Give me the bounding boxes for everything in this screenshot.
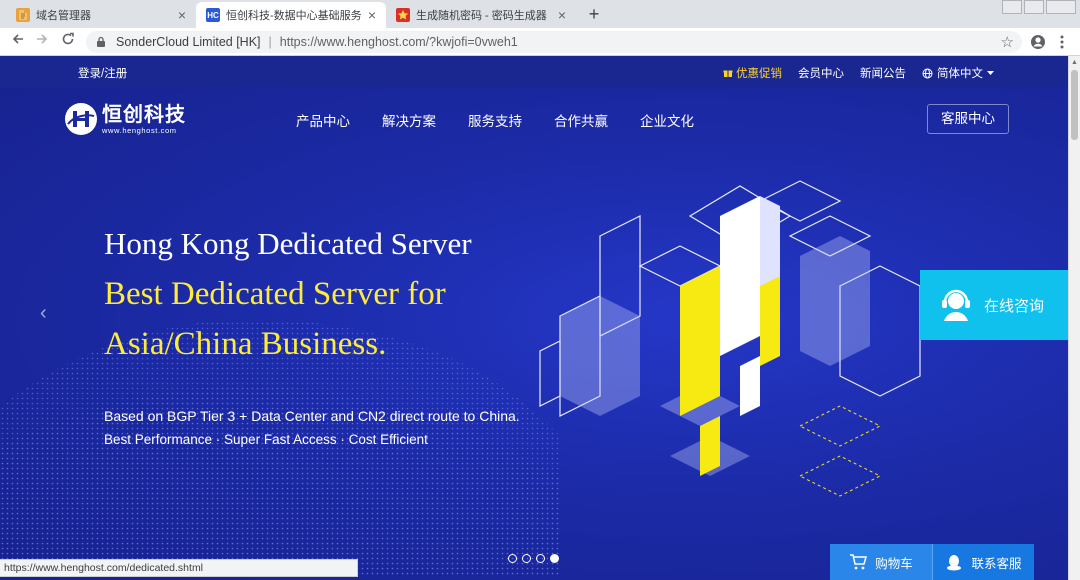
minimize-button[interactable]: [1002, 0, 1022, 14]
service-center-button[interactable]: 客服中心: [927, 104, 1009, 134]
browser-toolbar: SonderCloud Limited [HK] | https://www.h…: [0, 28, 1080, 56]
logo-chinese-name: 恒创科技: [102, 103, 186, 126]
page-viewport: 登录/注册 优惠促销 会员中心 新闻公告 简体中文 恒创科技 www.hengh…: [0, 56, 1068, 580]
globe-icon: [922, 68, 933, 78]
gift-icon: [723, 70, 733, 77]
new-tab-button[interactable]: +: [584, 4, 604, 24]
omnibox-divider: |: [268, 35, 272, 49]
cart-label: 购物车: [875, 556, 913, 571]
menu-item-partners[interactable]: 合作共赢: [554, 110, 608, 130]
contact-service-button[interactable]: 联系客服: [932, 544, 1034, 580]
address-bar[interactable]: SonderCloud Limited [HK] | https://www.h…: [86, 31, 1022, 53]
scroll-up-icon[interactable]: ▲: [1071, 59, 1078, 66]
tab-favicon-icon: [396, 8, 410, 22]
online-consult-label: 在线咨询: [984, 297, 1045, 315]
bottom-action-bar: 购物车 联系客服: [830, 544, 1034, 580]
headset-agent-icon: [942, 289, 970, 321]
cart-button[interactable]: 购物车: [830, 544, 932, 580]
menu-item-solutions[interactable]: 解决方案: [382, 110, 436, 130]
member-center-link[interactable]: 会员中心: [798, 65, 844, 81]
main-nav: 恒创科技 www.henghost.com 产品中心 解决方案 服务支持 合作共…: [0, 88, 1068, 148]
restore-button[interactable]: [1024, 0, 1044, 14]
promo-link[interactable]: 优惠促销: [723, 65, 782, 81]
carousel-dot[interactable]: [550, 554, 559, 563]
carousel-pagination: [508, 554, 559, 563]
carousel-dot[interactable]: [508, 554, 517, 563]
qq-penguin-icon: [947, 555, 962, 571]
close-window-button[interactable]: [1046, 0, 1076, 14]
carousel-dot[interactable]: [522, 554, 531, 563]
contact-service-label: 联系客服: [971, 556, 1022, 571]
tab-password-generator[interactable]: 生成随机密码 - 密码生成器 ×: [386, 2, 576, 28]
tab-close-icon[interactable]: ×: [178, 7, 186, 23]
forward-icon[interactable]: [32, 32, 52, 52]
news-link[interactable]: 新闻公告: [860, 65, 906, 81]
logo-domain: www.henghost.com: [102, 125, 177, 135]
promo-label: 优惠促销: [736, 68, 782, 80]
tab-henghost[interactable]: HC 恒创科技-数据中心基础服务商,云 ×: [196, 2, 386, 28]
menu-kebab-icon[interactable]: [1052, 32, 1072, 52]
tab-title: 恒创科技-数据中心基础服务商,云: [226, 10, 362, 22]
tab-strip: 域名管理器 × HC 恒创科技-数据中心基础服务商,云 × 生成随机密码 - 密…: [0, 0, 1080, 28]
menu-item-support[interactable]: 服务支持: [468, 110, 522, 130]
link-status-bar: https://www.henghost.com/dedicated.shtml: [0, 559, 358, 577]
online-consult-button[interactable]: 在线咨询: [920, 270, 1068, 340]
reload-icon[interactable]: [58, 32, 78, 52]
tab-domain-manager[interactable]: 域名管理器 ×: [6, 2, 196, 28]
hero-heading-line2: Best Dedicated Server for: [104, 276, 446, 312]
cart-icon: [850, 554, 868, 570]
language-selector[interactable]: 简体中文: [922, 65, 994, 81]
logo-text: 恒创科技 www.henghost.com: [102, 104, 186, 135]
tab-favicon-icon: HC: [206, 8, 220, 22]
tab-title: 域名管理器: [36, 10, 91, 22]
site-top-bar: 登录/注册 优惠促销 会员中心 新闻公告 简体中文: [0, 56, 1068, 88]
hero-heading-line1: Hong Kong Dedicated Server: [104, 226, 472, 261]
logo-mark-icon: [65, 103, 97, 135]
primary-menu: 产品中心 解决方案 服务支持 合作共赢 企业文化: [296, 110, 694, 130]
lock-icon[interactable]: [94, 35, 108, 49]
top-links: 优惠促销 会员中心 新闻公告 简体中文: [723, 65, 994, 81]
bookmark-star-icon[interactable]: ☆: [1001, 33, 1014, 51]
menu-item-products[interactable]: 产品中心: [296, 110, 350, 130]
url-text: https://www.henghost.com/?kwjofi=0vweh1: [279, 35, 518, 49]
menu-item-culture[interactable]: 企业文化: [640, 110, 694, 130]
login-register-link[interactable]: 登录/注册: [78, 65, 127, 81]
hero-subtitle-2: Best Performance · Super Fast Access · C…: [104, 432, 428, 447]
carousel-prev-icon[interactable]: ‹: [40, 302, 47, 325]
tab-title: 生成随机密码 - 密码生成器: [416, 10, 547, 22]
page-scrollbar[interactable]: ▲: [1068, 56, 1080, 580]
profile-icon[interactable]: [1028, 32, 1048, 52]
isometric-server-illustration: [539, 180, 921, 497]
back-icon[interactable]: [8, 32, 28, 52]
chevron-down-icon: [987, 70, 994, 75]
site-identity: SonderCloud Limited [HK]: [116, 35, 261, 49]
scrollbar-thumb[interactable]: [1071, 70, 1078, 140]
tab-close-icon[interactable]: ×: [558, 7, 566, 23]
hero-subtitle-1: Based on BGP Tier 3 + Data Center and CN…: [104, 408, 520, 424]
hero-heading-line3: Asia/China Business.: [104, 326, 387, 362]
site-logo[interactable]: 恒创科技 www.henghost.com: [64, 102, 186, 136]
language-label: 简体中文: [937, 68, 983, 80]
tab-close-icon[interactable]: ×: [368, 7, 376, 23]
carousel-dot[interactable]: [536, 554, 545, 563]
tab-favicon-icon: [16, 8, 30, 22]
